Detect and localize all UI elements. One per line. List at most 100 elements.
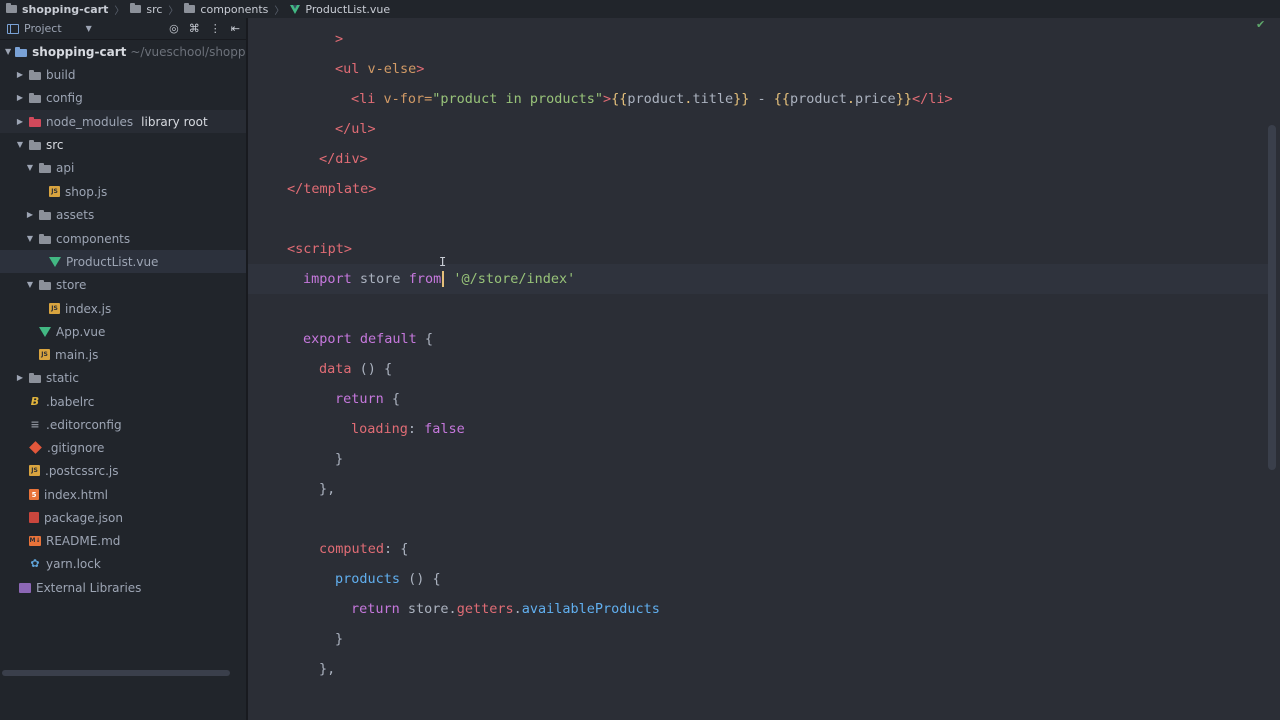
chevron-down-icon[interactable]: ▼ — [86, 24, 92, 33]
code-line[interactable]: export default { — [248, 324, 1268, 354]
chevron-down-icon[interactable]: ▼ — [25, 234, 35, 243]
project-panel-icon — [7, 23, 19, 34]
code-line[interactable] — [248, 204, 1268, 234]
tree-item[interactable]: ▶JSindex.js — [0, 297, 246, 320]
code-line-current[interactable]: import store from '@/store/index' — [248, 264, 1268, 294]
tree-item[interactable]: ▼ api — [0, 156, 246, 179]
code-token: import — [303, 271, 352, 287]
chevron-right-icon: 〉 — [274, 5, 285, 17]
vue-file-icon — [290, 4, 301, 14]
code-line[interactable]: <li v-for="product in products">{{produc… — [248, 84, 1268, 114]
code-token: </div> — [319, 151, 368, 167]
tree-item[interactable]: ▼ src — [0, 133, 246, 156]
code-line[interactable]: </div> — [248, 144, 1268, 174]
code-line[interactable] — [248, 504, 1268, 534]
code-editor[interactable]: > <ul v-else> <li v-for="product in produc… — [248, 18, 1280, 720]
project-folder-icon — [15, 46, 28, 58]
tree-item[interactable]: ▶5index.html — [0, 483, 246, 506]
tree-item[interactable]: ▶ static — [0, 366, 246, 389]
code-token: { — [383, 391, 401, 407]
chevron-right-icon[interactable]: ▶ — [15, 70, 25, 79]
code-line[interactable]: return { — [248, 384, 1268, 414]
tree-item-note: ~/vueschool/shopping-c — [130, 44, 246, 59]
editor-vertical-scrollbar[interactable] — [1268, 125, 1276, 470]
code-line[interactable]: }, — [248, 474, 1268, 504]
code-line[interactable]: </ul> — [248, 114, 1268, 144]
tree-item[interactable]: ▶.gitignore — [0, 436, 246, 459]
tree-item[interactable]: ▶ assets — [0, 203, 246, 226]
code-token: . — [846, 91, 856, 107]
tree-item-label: yarn.lock — [46, 556, 101, 571]
tree-item[interactable]: ▼ shopping-cart~/vueschool/shopping-c — [0, 40, 246, 63]
tree-item[interactable]: ▶ProductList.vue — [0, 250, 246, 273]
code-token: : { — [384, 541, 409, 557]
tree-item[interactable]: ▶ build — [0, 63, 246, 86]
code-line[interactable]: }, — [248, 654, 1268, 684]
sidebar-horizontal-scrollbar[interactable] — [2, 670, 230, 676]
tree-item-label: .gitignore — [47, 440, 105, 455]
code-token: return — [335, 391, 384, 407]
breadcrumb-item-src[interactable]: src — [130, 3, 162, 16]
code-line[interactable]: } — [248, 624, 1268, 654]
hide-panel-icon[interactable]: ⇤ — [231, 22, 240, 35]
code-token: store. — [399, 601, 457, 617]
chevron-down-icon[interactable]: ▼ — [15, 140, 25, 149]
code-token: product — [627, 91, 685, 107]
tree-item[interactable]: ▶M↓README.md — [0, 529, 246, 552]
code-token: }, — [319, 481, 336, 497]
code-line[interactable]: > — [248, 24, 1268, 54]
breadcrumb-item-file[interactable]: ProductList.vue — [290, 3, 390, 16]
tree-item[interactable]: ▶✿yarn.lock — [0, 552, 246, 575]
tree-item-label: build — [46, 67, 76, 82]
code-line[interactable]: loading: false — [248, 414, 1268, 444]
breadcrumb-label: ProductList.vue — [305, 2, 391, 16]
breadcrumb-item-components[interactable]: components — [184, 3, 268, 16]
tree-item[interactable]: ▼ store — [0, 273, 246, 296]
tree-item-label: shop.js — [65, 184, 108, 199]
folder-icon — [29, 92, 41, 104]
chevron-right-icon[interactable]: ▶ — [15, 117, 25, 126]
inspection-ok-icon[interactable]: ✔ — [1256, 18, 1265, 31]
tree-item[interactable]: ▶JSshop.js — [0, 180, 246, 203]
tree-item[interactable]: ▼ components — [0, 227, 246, 250]
code-line[interactable]: </template> — [248, 174, 1268, 204]
code-line[interactable]: computed: { — [248, 534, 1268, 564]
config-file-icon: ≡ — [30, 418, 40, 431]
code-token: products — [335, 571, 401, 587]
tree-item[interactable]: ▶package.json — [0, 506, 246, 529]
code-line[interactable]: return store.getters.availableProducts — [248, 594, 1268, 624]
code-line[interactable]: <script> — [248, 234, 1268, 264]
chevron-down-icon[interactable]: ▼ — [25, 163, 35, 172]
code-token: { — [416, 331, 434, 347]
chevron-down-icon[interactable]: ▼ — [25, 280, 35, 289]
code-line[interactable]: data () { — [248, 354, 1268, 384]
tree-item[interactable]: ▶External Libraries — [0, 576, 246, 599]
tree-item[interactable]: ▶JS.postcssrc.js — [0, 459, 246, 482]
tree-item[interactable]: ▶ node_modules library root — [0, 110, 246, 133]
chevron-right-icon[interactable]: ▶ — [25, 210, 35, 219]
vue-file-icon — [49, 256, 61, 267]
tree-item[interactable]: ▶ config — [0, 86, 246, 109]
tree-item[interactable]: ▶App.vue — [0, 320, 246, 343]
chevron-right-icon[interactable]: ▶ — [15, 93, 25, 102]
tree-item[interactable]: ▶≡.editorconfig — [0, 413, 246, 436]
tree-item[interactable]: ▶B.babelrc — [0, 390, 246, 413]
chevron-down-icon[interactable]: ▼ — [5, 47, 11, 56]
tree-item[interactable]: ▶JSmain.js — [0, 343, 246, 366]
chevron-right-icon[interactable]: ▶ — [15, 373, 25, 382]
project-panel-header: Project ▼ ◎ ⌘ ⋮ ⇤ — [0, 18, 246, 40]
code-line[interactable] — [248, 294, 1268, 324]
breadcrumb-item-project[interactable]: shopping-cart — [6, 3, 108, 16]
project-view-selector[interactable]: Project — [24, 22, 62, 35]
collapse-all-icon[interactable]: ⌘ — [189, 22, 200, 35]
javascript-file-icon: JS — [29, 465, 40, 476]
code-line[interactable]: } — [248, 444, 1268, 474]
code-line[interactable]: products () { — [248, 564, 1268, 594]
json-file-icon — [29, 512, 39, 523]
locate-file-icon[interactable]: ◎ — [169, 22, 179, 35]
code-token: - — [749, 91, 774, 107]
tree-item-label: main.js — [55, 347, 99, 362]
code-line[interactable]: <ul v-else> — [248, 54, 1268, 84]
settings-menu-icon[interactable]: ⋮ — [210, 22, 221, 35]
tree-item-label: components — [56, 231, 131, 246]
